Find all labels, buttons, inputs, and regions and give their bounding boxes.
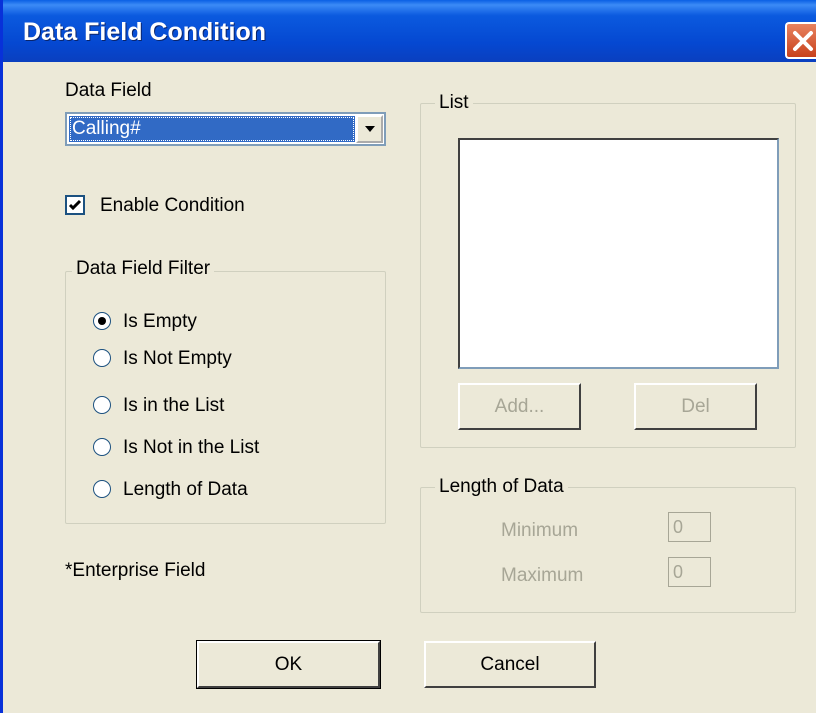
- cancel-button[interactable]: Cancel: [424, 641, 596, 688]
- list-box[interactable]: [458, 138, 779, 369]
- radio-is-empty[interactable]: [93, 312, 111, 330]
- add-button[interactable]: Add...: [458, 383, 581, 430]
- cancel-button-label: Cancel: [480, 654, 540, 675]
- del-button-label: Del: [681, 396, 710, 417]
- ok-button[interactable]: OK: [196, 640, 381, 689]
- minimum-input[interactable]: 0: [668, 512, 711, 542]
- close-icon: [793, 31, 813, 51]
- ok-button-label: OK: [274, 654, 303, 675]
- list-group-title: List: [435, 92, 473, 114]
- enable-condition-checkbox[interactable]: [65, 195, 85, 215]
- radio-is-empty-label[interactable]: Is Empty: [123, 311, 197, 333]
- close-button[interactable]: [785, 22, 816, 59]
- dropdown-button[interactable]: [356, 115, 383, 143]
- data-field-label: Data Field: [65, 80, 152, 101]
- length-of-data-group: Length of Data: [420, 476, 796, 613]
- maximum-input[interactable]: 0: [668, 557, 711, 587]
- checkmark-icon: [68, 199, 82, 211]
- radio-is-in-list-label[interactable]: Is in the List: [123, 395, 224, 417]
- enterprise-field-note: *Enterprise Field: [65, 560, 206, 581]
- maximum-label: Maximum: [501, 565, 584, 586]
- title-bar[interactable]: Data Field Condition: [3, 0, 816, 62]
- dialog-window: Data Field Condition Data Field Calling#…: [0, 0, 816, 713]
- radio-is-not-in-list[interactable]: [93, 438, 111, 456]
- radio-length-of-data[interactable]: [93, 480, 111, 498]
- radio-is-in-list[interactable]: [93, 396, 111, 414]
- radio-is-not-empty-label[interactable]: Is Not Empty: [123, 348, 232, 370]
- minimum-label: Minimum: [501, 520, 579, 541]
- data-field-filter-title: Data Field Filter: [72, 258, 215, 280]
- add-button-label: Add...: [494, 396, 545, 417]
- window-title: Data Field Condition: [23, 18, 267, 46]
- chevron-down-icon: [365, 126, 375, 132]
- del-button[interactable]: Del: [634, 383, 757, 430]
- data-field-dropdown[interactable]: Calling#: [65, 112, 386, 146]
- enable-condition-label[interactable]: Enable Condition: [100, 195, 245, 217]
- radio-is-not-empty[interactable]: [93, 349, 111, 367]
- radio-is-not-in-list-label[interactable]: Is Not in the List: [123, 437, 259, 459]
- radio-length-of-data-label[interactable]: Length of Data: [123, 479, 248, 501]
- length-of-data-title: Length of Data: [435, 476, 568, 498]
- data-field-selected-value: Calling#: [69, 116, 355, 142]
